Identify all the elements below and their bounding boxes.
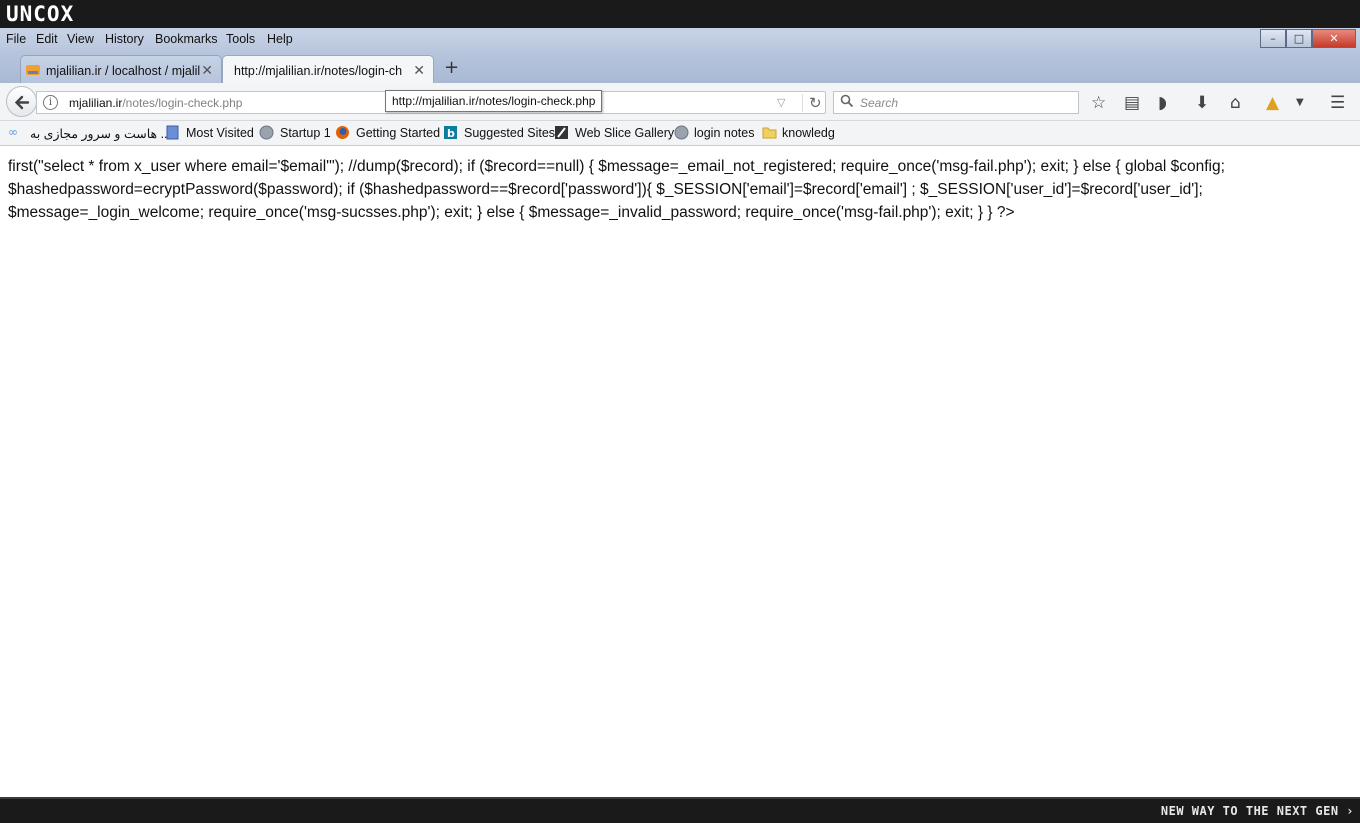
home-icon[interactable]: ⌂: [1230, 93, 1241, 113]
bing-icon: b: [444, 126, 457, 140]
url-dropdown-icon[interactable]: ▽: [777, 96, 785, 109]
downloads-icon[interactable]: ⬇: [1195, 93, 1209, 113]
link-icon: ∞: [8, 125, 18, 139]
url-text: mjalilian.ir/notes/login-check.php: [69, 96, 242, 110]
tab-bar: mjalilian.ir / localhost / mjalil ✕ http…: [0, 52, 1360, 83]
tab-label: http://mjalilian.ir/notes/login-ch: [234, 64, 403, 78]
menu-help[interactable]: Help: [267, 32, 293, 46]
uncox-logo: UNCOX: [6, 2, 75, 26]
back-arrow-icon: [14, 95, 30, 110]
reading-list-icon[interactable]: ▤: [1124, 93, 1140, 113]
phpmyadmin-icon: [26, 65, 40, 75]
url-host: mjalilian.ir: [69, 96, 123, 110]
chevron-down-icon[interactable]: ▼: [1296, 97, 1304, 108]
back-button[interactable]: [6, 86, 37, 117]
tab-phpmyadmin[interactable]: mjalilian.ir / localhost / mjalil ✕: [20, 55, 222, 83]
svg-text:b: b: [447, 127, 455, 140]
bookmarks-toolbar: ∞ هاست و سرور مجازی به ... Most Visited …: [0, 121, 1360, 146]
webslice-icon: [555, 126, 568, 139]
search-input[interactable]: Search: [833, 91, 1079, 114]
url-tooltip: http://mjalilian.ir/notes/login-check.ph…: [385, 90, 603, 112]
close-button[interactable]: ✕: [1312, 29, 1356, 48]
bookmark-item[interactable]: Suggested Sites: [464, 126, 555, 140]
menu-history[interactable]: History: [105, 32, 144, 46]
bookmark-star-icon[interactable]: ☆: [1091, 93, 1106, 113]
bookmark-page-icon: [166, 125, 179, 140]
new-tab-button[interactable]: +: [444, 57, 459, 78]
bookmark-item[interactable]: login notes: [694, 126, 754, 140]
menu-view[interactable]: View: [67, 32, 94, 46]
bookmark-item[interactable]: knowledg: [782, 126, 835, 140]
bookmark-item[interactable]: Web Slice Gallery: [575, 126, 674, 140]
search-icon: [840, 94, 854, 108]
bookmark-item[interactable]: هاست و سرور مجازی به ...: [30, 126, 171, 141]
menu-file[interactable]: File: [6, 32, 26, 46]
firefox-icon: [336, 126, 349, 139]
folder-icon: [762, 127, 777, 139]
pocket-icon[interactable]: ◗: [1158, 93, 1167, 113]
page-content: first("select * from x_user where email=…: [0, 146, 1360, 797]
site-info-icon[interactable]: i: [43, 95, 58, 110]
hamburger-menu-icon[interactable]: ☰: [1330, 93, 1345, 113]
slogan-text: NEW WAY TO THE NEXT GEN ›: [1160, 804, 1354, 818]
desktop-top-bar: UNCOX: [0, 0, 1360, 28]
restore-button[interactable]: □: [1286, 29, 1312, 48]
search-placeholder: Search: [860, 96, 899, 110]
close-tab-icon[interactable]: ✕: [201, 62, 213, 79]
close-tab-icon[interactable]: ✕: [413, 62, 425, 79]
page-source-text: first("select * from x_user where email=…: [8, 158, 1225, 221]
url-path: /notes/login-check.php: [122, 96, 243, 110]
menu-bar: File Edit View History Bookmarks Tools H…: [0, 28, 1360, 52]
tab-login-check[interactable]: http://mjalilian.ir/notes/login-ch ✕: [222, 55, 434, 83]
bookmark-item[interactable]: Most Visited: [186, 126, 254, 140]
tab-label: mjalilian.ir / localhost / mjalil: [46, 64, 201, 78]
navigation-toolbar: i mjalilian.ir/notes/login-check.php ▽ ↻…: [0, 83, 1360, 121]
reload-icon[interactable]: ↻: [802, 94, 822, 112]
bookmark-item[interactable]: Getting Started: [356, 126, 440, 140]
bookmark-item[interactable]: Startup 1: [280, 126, 331, 140]
desktop-bottom-bar: NEW WAY TO THE NEXT GEN ›: [0, 797, 1360, 823]
globe-icon: [674, 125, 689, 140]
globe-icon: [259, 125, 274, 140]
minimize-button[interactable]: –: [1260, 29, 1286, 48]
menu-edit[interactable]: Edit: [36, 32, 58, 46]
menu-tools[interactable]: Tools: [226, 32, 255, 46]
menu-bookmarks[interactable]: Bookmarks: [155, 32, 218, 46]
extension-icon[interactable]: ▲: [1266, 93, 1279, 113]
window-controls: – □ ✕: [1260, 29, 1356, 48]
